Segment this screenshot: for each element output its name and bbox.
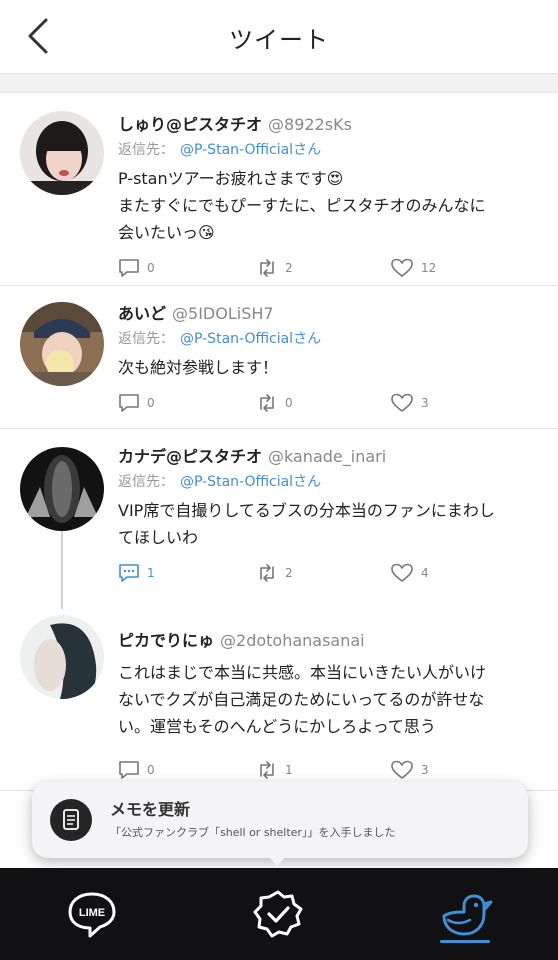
nav-badge[interactable] xyxy=(246,882,310,946)
tweet-item[interactable]: しゅり@ピスタチオ @8922sKs 返信先： @P-Stan-Officialさん… xyxy=(0,92,558,285)
heart-icon xyxy=(391,760,413,779)
like-count: 3 xyxy=(421,396,429,410)
display-name[interactable]: あいど xyxy=(118,304,166,323)
toast-title: メモを更新 xyxy=(110,800,191,819)
reply-icon xyxy=(119,761,139,779)
display-name[interactable]: ピカでりにゅ xyxy=(118,631,214,650)
reply-button[interactable]: 0 xyxy=(118,258,155,278)
like-count: 3 xyxy=(421,763,429,777)
reply-button[interactable]: 1 xyxy=(118,563,155,583)
tweet-author: ピカでりにゅ @2dotohanasanai xyxy=(118,627,544,651)
retweet-button[interactable]: 0 xyxy=(256,393,293,413)
nav-lime[interactable]: LIME xyxy=(60,882,124,946)
avatar[interactable] xyxy=(20,615,104,699)
heart-icon xyxy=(391,258,413,277)
retweet-button[interactable]: 1 xyxy=(256,760,293,780)
reply-prefix: 返信先： xyxy=(118,331,174,347)
page-title: ツイート xyxy=(229,26,329,54)
reply-count: 0 xyxy=(147,396,155,410)
retweet-icon xyxy=(260,259,274,277)
reply-count: 0 xyxy=(147,261,155,275)
tweet-actions: 0 2 12 xyxy=(118,254,544,286)
badge-check-icon xyxy=(253,890,303,938)
tweet-item[interactable]: あいど @5IDOLiSH7 返信先： @P-Stan-Officialさん 次も絶… xyxy=(0,285,558,428)
retweet-count: 1 xyxy=(285,763,293,777)
like-button[interactable]: 3 xyxy=(390,760,429,780)
reply-tweet[interactable]: ピカでりにゅ @2dotohanasanai これはまじで本当に共感。本当にいきた… xyxy=(118,627,544,788)
tweet-line: またすぐにでもぴーすたに、ピスタチオのみんなに xyxy=(118,196,486,215)
reply-prefix: 返信先： xyxy=(118,474,174,490)
memo-toast[interactable]: メモを更新 「公式ファンクラブ「shell or shelter」」を入手しまし… xyxy=(32,782,528,858)
reply-button[interactable]: 0 xyxy=(118,393,155,413)
display-name[interactable]: カナデ@ピスタチオ xyxy=(118,447,262,466)
toast-pointer xyxy=(268,856,286,866)
tweet-thread: カナデ@ピスタチオ @kanade_inari 返信先： @P-Stan-Offic… xyxy=(0,428,558,790)
retweet-button[interactable]: 2 xyxy=(256,563,293,583)
reply-icon xyxy=(119,259,139,277)
tweet-actions: 1 2 4 xyxy=(118,559,544,591)
user-handle[interactable]: @2dotohanasanai xyxy=(220,631,365,650)
tweet-line: 会いたいっ😘 xyxy=(118,223,215,242)
tweet-text: VIP席で自撮りしてるブスの分本当のファンにまわし てほしいわ xyxy=(118,497,544,551)
tweet-line: VIP席で自撮りしてるブスの分本当のファンにまわし xyxy=(118,501,495,520)
reply-button[interactable]: 0 xyxy=(118,760,155,780)
tweet-line: P-stanツアーお疲れさまです😍 xyxy=(118,169,344,188)
tweet-text: これはまじで本当に共感。本当にいきたい人がいけ ないでクズが自己満足のためにいっ… xyxy=(118,659,544,740)
reply-to-line: 返信先： @P-Stan-Officialさん xyxy=(118,139,544,159)
retweet-count: 0 xyxy=(285,396,293,410)
reply-to-line: 返信先： @P-Stan-Officialさん xyxy=(118,328,544,348)
avatar[interactable] xyxy=(20,111,104,195)
user-handle[interactable]: @5IDOLiSH7 xyxy=(172,304,274,323)
like-button[interactable]: 12 xyxy=(390,258,436,278)
toast-subtitle: 「公式ファンクラブ「shell or shelter」」を入手しました xyxy=(110,826,396,839)
user-handle[interactable]: @8922sKs xyxy=(268,115,352,134)
tweet-author: しゅり@ピスタチオ @8922sKs xyxy=(118,111,544,135)
like-button[interactable]: 4 xyxy=(390,563,429,583)
retweet-count: 2 xyxy=(285,566,293,580)
bottom-nav: LIME xyxy=(0,868,558,960)
tweet-author: カナデ@ピスタチオ @kanade_inari xyxy=(118,443,544,467)
nav-bird[interactable] xyxy=(432,882,496,946)
reply-mention[interactable]: @P-Stan-Officialさん xyxy=(180,474,321,490)
tweet-line: てほしいわ xyxy=(118,528,199,547)
user-handle[interactable]: @kanade_inari xyxy=(268,447,386,466)
tweet-author: あいど @5IDOLiSH7 xyxy=(118,300,544,324)
tweet-feed: しゅり@ピスタチオ @8922sKs 返信先： @P-Stan-Officialさん… xyxy=(0,92,558,880)
reply-mention[interactable]: @P-Stan-Officialさん xyxy=(180,331,321,347)
like-button[interactable]: 3 xyxy=(390,393,429,413)
active-tab-indicator xyxy=(440,940,490,943)
reply-mention[interactable]: @P-Stan-Officialさん xyxy=(180,142,321,158)
memo-icon xyxy=(50,799,92,841)
reply-to-line: 返信先： @P-Stan-Officialさん xyxy=(118,471,544,491)
tweet-line: これはまじで本当に共感。本当にいきたい人がいけ xyxy=(118,663,487,682)
reply-prefix: 返信先： xyxy=(118,142,174,158)
display-name[interactable]: しゅり@ピスタチオ xyxy=(118,115,262,134)
retweet-icon xyxy=(260,564,274,582)
reply-count: 0 xyxy=(147,763,155,777)
header-bar: ツイート xyxy=(0,0,558,74)
reply-icon xyxy=(119,394,139,412)
retweet-icon xyxy=(260,394,274,412)
like-count: 12 xyxy=(421,261,437,275)
retweet-count: 2 xyxy=(285,261,293,275)
tweet-text: 次も絶対参戦します！ xyxy=(118,354,544,381)
reply-count: 1 xyxy=(147,566,155,580)
tweet-line: ないでクズが自己満足のためにいってるのが許せな xyxy=(118,690,485,709)
heart-icon xyxy=(391,563,413,582)
avatar[interactable] xyxy=(20,447,104,531)
heart-icon xyxy=(391,393,413,412)
reply-icon xyxy=(119,564,139,582)
tweet-actions: 0 0 3 xyxy=(118,389,544,421)
retweet-icon xyxy=(260,761,274,779)
like-count: 4 xyxy=(421,566,429,580)
tweet-line: 次も絶対参戦します！ xyxy=(118,358,279,377)
tweet-line: い。運営もそのへんどうにかしろよって思う xyxy=(118,717,436,736)
retweet-button[interactable]: 2 xyxy=(256,258,293,278)
bird-icon xyxy=(442,894,493,936)
lime-label: LIME xyxy=(79,907,105,919)
lime-chat-icon: LIME xyxy=(68,892,116,938)
avatar[interactable] xyxy=(20,302,104,386)
tweet-text: P-stanツアーお疲れさまです😍 またすぐにでもぴーすたに、ピスタチオのみんな… xyxy=(118,165,544,246)
